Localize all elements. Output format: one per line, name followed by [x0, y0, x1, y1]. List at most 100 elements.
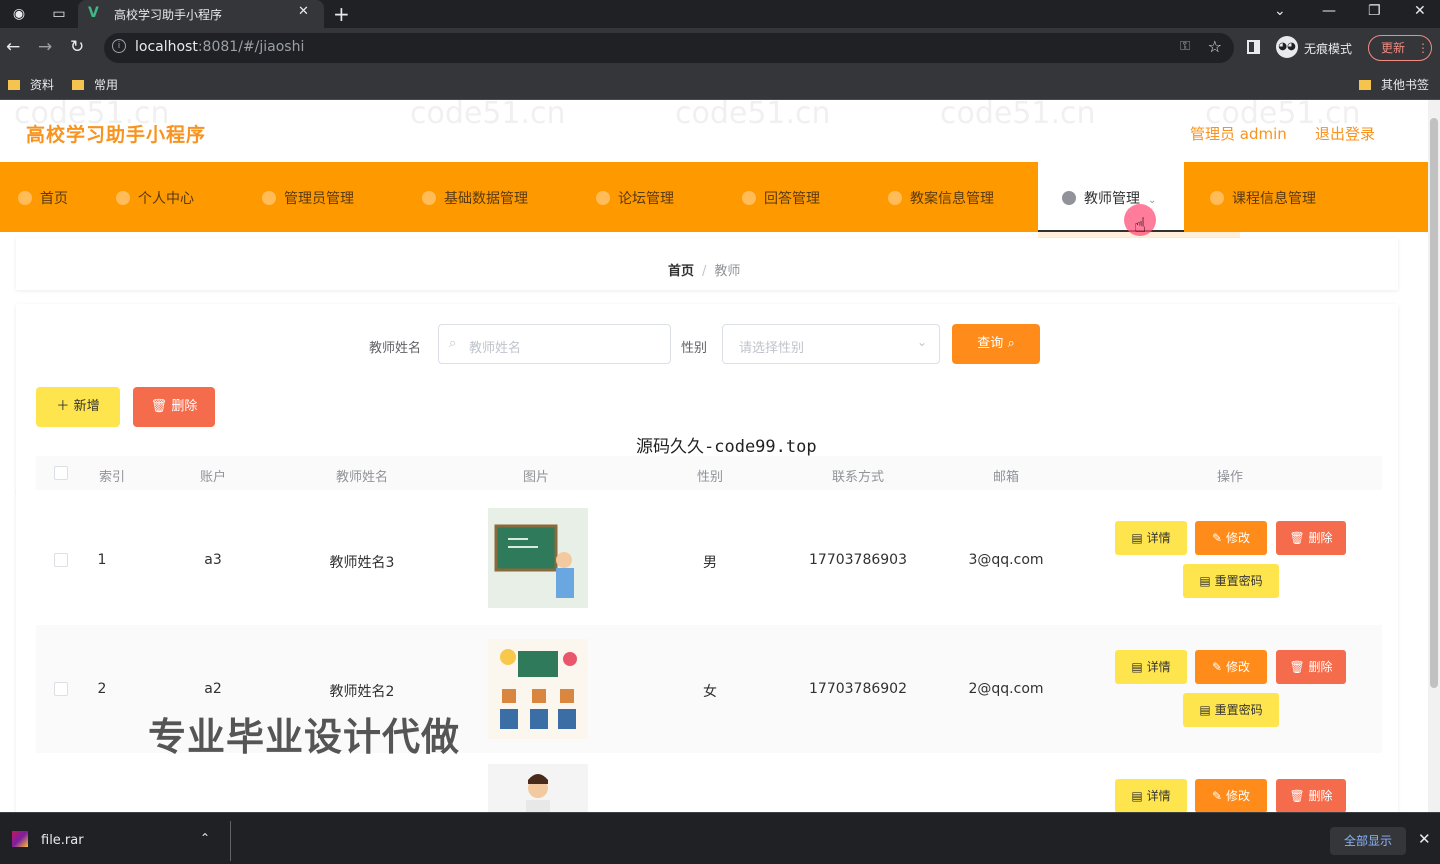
- window-close-icon[interactable]: ✕: [1414, 3, 1426, 19]
- site-info-icon[interactable]: i: [112, 39, 126, 53]
- table-header: 索引 账户 教师姓名 图片 性别 联系方式 邮箱 操作: [36, 456, 1382, 490]
- bookmark-star-icon[interactable]: ☆: [1208, 37, 1222, 56]
- row-checkbox[interactable]: [54, 553, 68, 567]
- url-text: localhost:8081/#/jiaoshi: [135, 39, 305, 55]
- data-icon: [422, 191, 436, 205]
- plus-icon: ＋: [56, 399, 70, 414]
- column-header: 性别: [696, 470, 723, 485]
- column-header: 教师姓名: [335, 470, 388, 485]
- top-menu: 首页 个人中心 管理员管理 基础数据管理 论坛管理 回答管理 教案信息管理 教师…: [0, 162, 1428, 232]
- column-header: 账户: [199, 470, 226, 485]
- menu-item-teacher[interactable]: 教师管理 ⌄: [1038, 162, 1184, 232]
- chevron-up-icon[interactable]: ⌃: [200, 831, 210, 845]
- show-all-button[interactable]: 全部显示: [1330, 827, 1406, 855]
- teacher-photo: [488, 508, 588, 608]
- forward-icon[interactable]: →: [38, 37, 52, 57]
- row-checkbox[interactable]: [54, 682, 68, 696]
- chevron-down-icon: ⌄: [1148, 195, 1157, 206]
- bookmark-folder[interactable]: 资料: [8, 76, 54, 93]
- bookmark-folder[interactable]: 常用: [72, 76, 118, 93]
- reset-password-button[interactable]: ▤ 重置密码: [1183, 693, 1279, 727]
- tab-close-icon[interactable]: ✕: [298, 4, 309, 19]
- minimize-icon[interactable]: —: [1322, 3, 1336, 19]
- edit-button[interactable]: ✎ 修改: [1195, 779, 1267, 812]
- folder-icon: [8, 80, 20, 90]
- query-button[interactable]: 查询 ⌕: [952, 324, 1040, 364]
- side-panel-icon[interactable]: [1247, 40, 1260, 54]
- reload-icon[interactable]: ↻: [70, 37, 84, 57]
- row-teacher-name: 教师姓名3: [329, 555, 395, 571]
- restore-icon[interactable]: ❐: [1368, 3, 1381, 19]
- delete-button[interactable]: 🗑 删除: [1276, 779, 1346, 812]
- tab-search-icon[interactable]: ▭: [50, 5, 68, 23]
- menu-item-lesson-plan[interactable]: 教案信息管理: [888, 188, 994, 208]
- row-index: 2: [97, 681, 107, 697]
- edit-button[interactable]: ✎ 修改: [1195, 521, 1267, 555]
- site-title: 高校学习助手小程序: [26, 124, 207, 146]
- watermark-banner: 源码久久-code99.top: [636, 437, 817, 457]
- column-header: 图片: [522, 470, 549, 485]
- back-icon[interactable]: ←: [6, 37, 20, 57]
- logout-link[interactable]: 退出登录: [1315, 123, 1375, 144]
- gender-select[interactable]: 请选择性别 ⌄: [722, 324, 940, 364]
- breadcrumb-container: 首页 / 教师: [16, 238, 1398, 290]
- batch-delete-button[interactable]: 🗑 删除: [133, 387, 215, 427]
- delete-button[interactable]: 🗑 删除: [1276, 521, 1346, 555]
- breadcrumb-current: 教师: [714, 264, 741, 279]
- menu-item-answers[interactable]: 回答管理: [742, 188, 820, 208]
- course-icon: [1210, 191, 1224, 205]
- bookmarks-bar: 资料 常用 其他书签: [0, 68, 1440, 100]
- hand-cursor-icon: ☝: [1134, 213, 1147, 237]
- new-tab-icon[interactable]: +: [333, 2, 350, 26]
- search-icon: ⌕: [1007, 336, 1015, 351]
- menu-item-forum[interactable]: 论坛管理: [596, 188, 674, 208]
- folder-icon: [1359, 80, 1371, 90]
- download-filename[interactable]: file.rar: [41, 833, 84, 848]
- row-teacher-name: 教师姓名2: [329, 684, 395, 700]
- breadcrumb: 首页 / 教师: [668, 264, 741, 279]
- other-bookmarks[interactable]: 其他书签: [1359, 76, 1429, 93]
- update-button[interactable]: 更新 ⋮: [1368, 35, 1432, 61]
- teacher-name-input[interactable]: ⌕ 教师姓名: [438, 324, 671, 364]
- row-gender: 男: [703, 555, 717, 571]
- document-icon: ▤: [1199, 703, 1211, 717]
- column-header: 索引: [98, 470, 125, 485]
- document-icon: ▤: [1131, 531, 1143, 545]
- teacher-name-label: 教师姓名: [369, 341, 422, 356]
- search-icon: ⌕: [449, 336, 457, 351]
- browser-tab[interactable]: V 高校学习助手小程序 ✕: [78, 0, 324, 28]
- reset-password-button[interactable]: ▤ 重置密码: [1183, 564, 1279, 598]
- table-row: ▤ 详情 ✎ 修改 🗑 删除: [36, 754, 1382, 812]
- page-viewport: code51.cn code51.cn code51.cn code51.cn …: [0, 100, 1428, 812]
- menu-item-admin[interactable]: 管理员管理: [262, 188, 354, 208]
- page-scrollbar[interactable]: [1428, 100, 1440, 812]
- add-button[interactable]: ＋ 新增: [36, 387, 120, 427]
- password-key-icon[interactable]: ⚿: [1180, 39, 1190, 54]
- scrollbar-thumb[interactable]: [1430, 118, 1438, 688]
- edit-button[interactable]: ✎ 修改: [1195, 650, 1267, 684]
- close-icon[interactable]: ✕: [1418, 830, 1431, 848]
- address-bar[interactable]: i localhost:8081/#/jiaoshi ⚿ ☆: [104, 33, 1234, 63]
- detail-button[interactable]: ▤ 详情: [1115, 779, 1187, 812]
- delete-button[interactable]: 🗑 删除: [1276, 650, 1346, 684]
- select-all-checkbox[interactable]: [54, 466, 68, 480]
- menu-item-home[interactable]: 首页: [18, 188, 68, 208]
- menu-item-profile[interactable]: 个人中心: [116, 188, 194, 208]
- row-phone: 17703786903: [809, 552, 907, 568]
- menu-item-basic-data[interactable]: 基础数据管理: [422, 188, 528, 208]
- browser-tab-bar: ◉ ▭ V 高校学习助手小程序 ✕ + ⌄ — ❐ ✕: [0, 0, 1440, 28]
- row-email: 3@qq.com: [968, 552, 1044, 568]
- tab-list-icon[interactable]: ⌄: [1274, 3, 1286, 19]
- row-phone: 17703786902: [809, 681, 907, 697]
- pencil-icon: ✎: [1212, 660, 1223, 674]
- menu-item-course[interactable]: 课程信息管理: [1210, 188, 1316, 208]
- detail-button[interactable]: ▤ 详情: [1115, 521, 1187, 555]
- home-icon: [18, 191, 32, 205]
- detail-button[interactable]: ▤ 详情: [1115, 650, 1187, 684]
- breadcrumb-home[interactable]: 首页: [668, 264, 694, 279]
- folder-icon: [72, 80, 84, 90]
- pencil-icon: ✎: [1212, 789, 1223, 803]
- browser-menu-icon[interactable]: ◉: [10, 5, 28, 23]
- answer-icon: [742, 191, 756, 205]
- teacher-icon: [1062, 191, 1076, 205]
